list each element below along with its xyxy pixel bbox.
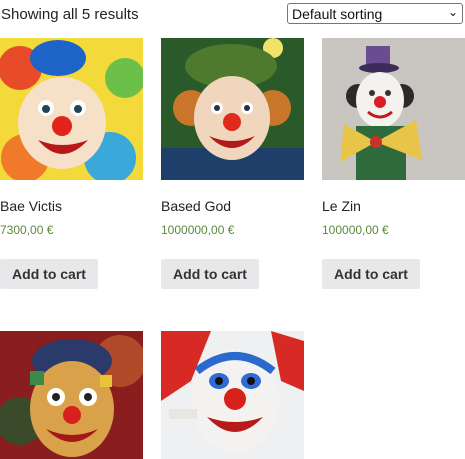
product-price: 100000,00 €: [322, 223, 389, 237]
add-to-cart-button[interactable]: Add to cart: [161, 259, 259, 289]
product-price: 7300,00 €: [0, 223, 54, 237]
product-name[interactable]: Bae Victis: [0, 198, 62, 214]
product-image[interactable]: [161, 38, 304, 180]
sort-select-value: Default sorting: [292, 6, 383, 22]
product-image[interactable]: [322, 38, 465, 180]
sort-select[interactable]: Default sorting ⌄: [287, 3, 463, 24]
result-count: Showing all 5 results: [1, 6, 139, 23]
product-image[interactable]: [0, 331, 143, 459]
product-price: 1000000,00 €: [161, 223, 235, 237]
product-image[interactable]: [161, 331, 304, 459]
add-to-cart-button[interactable]: Add to cart: [0, 259, 98, 289]
add-to-cart-button[interactable]: Add to cart: [322, 259, 420, 289]
chevron-down-icon: ⌄: [447, 5, 458, 19]
shop-toolbar: Showing all 5 results Default sorting ⌄: [0, 0, 465, 30]
product-image[interactable]: [0, 38, 143, 180]
product-name[interactable]: Le Zin: [322, 198, 361, 214]
product-name[interactable]: Based God: [161, 198, 231, 214]
